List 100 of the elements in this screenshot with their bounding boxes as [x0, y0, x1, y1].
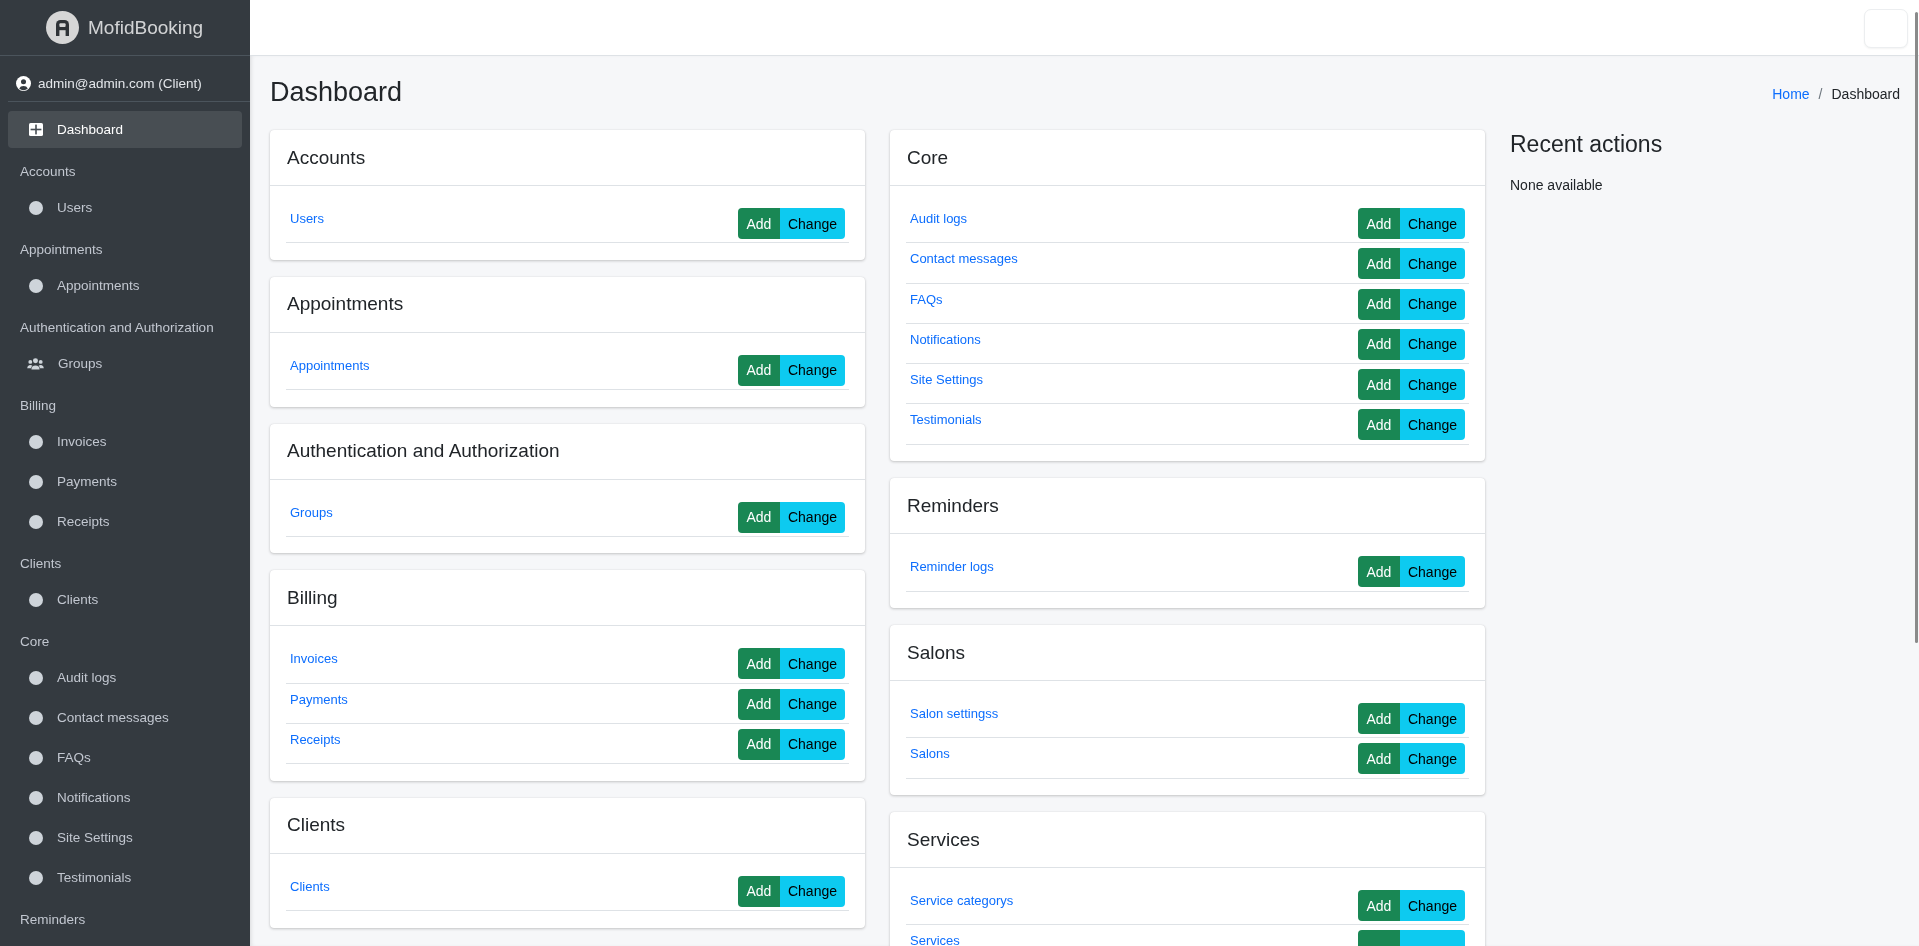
nav-link[interactable]: Invoices	[8, 423, 242, 460]
model-link[interactable]: Appointments	[290, 357, 370, 374]
people-icon	[27, 357, 44, 370]
user-circle-icon	[16, 75, 31, 91]
circle-icon	[29, 474, 43, 489]
add-button[interactable]: Add	[1357, 328, 1400, 360]
card-title: Authentication and Authorization	[287, 440, 560, 463]
scrollbar-thumb[interactable]	[1915, 12, 1918, 643]
add-button[interactable]: Add	[737, 648, 780, 680]
circle-icon	[29, 710, 43, 725]
circle-icon	[29, 750, 43, 765]
current-page-label: Dashboard	[1831, 86, 1900, 102]
model-link[interactable]: Invoices	[290, 651, 338, 668]
change-button[interactable]: Change	[1399, 328, 1465, 360]
circle-icon	[29, 830, 43, 845]
model-link[interactable]: Receipts	[290, 732, 341, 748]
change-button[interactable]: Change	[779, 208, 845, 239]
change-button[interactable]: Change	[779, 354, 845, 386]
add-button[interactable]: Add	[737, 354, 780, 386]
circle-icon	[29, 278, 43, 293]
circle-icon	[29, 434, 43, 449]
model-link[interactable]: Payments	[290, 691, 348, 708]
model-link[interactable]: FAQs	[910, 291, 943, 308]
change-button[interactable]: Change	[1399, 248, 1465, 280]
model-link[interactable]: Users	[290, 211, 324, 227]
change-button[interactable]: Change	[1399, 703, 1465, 735]
brand-name[interactable]: MofidBooking	[88, 16, 204, 39]
circle-icon	[29, 790, 43, 805]
logo-icon	[46, 11, 79, 44]
add-button[interactable]: Add	[737, 875, 780, 907]
section-title: Recent actions	[1510, 130, 1664, 158]
add-button[interactable]: Add	[1357, 890, 1400, 922]
nav-link[interactable]: Notifications	[8, 779, 242, 816]
add-button[interactable]: Add	[1357, 208, 1400, 239]
change-button[interactable]: Change	[779, 729, 845, 760]
nav-section-header: Accounts	[19, 162, 77, 181]
change-button[interactable]: Change	[1399, 556, 1465, 588]
add-button[interactable]: Add	[1357, 743, 1400, 775]
model-link[interactable]: Clients	[290, 878, 330, 895]
nav-link[interactable]: FAQs	[8, 739, 242, 776]
nav-link[interactable]: Dashboard	[8, 111, 242, 148]
change-button[interactable]: Change	[779, 875, 845, 907]
add-button[interactable]: Add	[1357, 703, 1400, 735]
model-link[interactable]: Services	[910, 933, 960, 946]
card-title: Salons	[907, 641, 966, 664]
nav-link[interactable]: Contact messages	[8, 699, 242, 736]
add-button[interactable]: Add	[737, 729, 780, 760]
change-button[interactable]: Change	[779, 688, 845, 720]
nav-section-header: Core	[19, 632, 51, 651]
model-link[interactable]: Groups	[290, 504, 333, 521]
circle-icon	[29, 870, 43, 885]
model-link[interactable]: Testimonials	[910, 412, 982, 429]
nav-link[interactable]: Site Settings	[8, 819, 242, 856]
model-link[interactable]: Notifications	[910, 331, 981, 348]
grid-icon	[29, 123, 43, 136]
nav-link[interactable]: Appointments	[8, 267, 242, 304]
card-title: Clients	[287, 814, 346, 837]
model-link[interactable]: Audit logs	[910, 211, 968, 227]
circle-icon	[29, 200, 43, 215]
model-link[interactable]: Site Settings	[910, 372, 983, 389]
page-title: Dashboard	[270, 76, 403, 109]
circle-icon	[29, 514, 43, 529]
change-button[interactable]: Change	[779, 501, 845, 533]
add-button[interactable]: Add	[1357, 248, 1400, 280]
change-button[interactable]: Change	[1399, 409, 1465, 441]
add-button[interactable]: Add	[1357, 556, 1400, 588]
nav-link[interactable]: Clients	[8, 581, 242, 618]
change-button[interactable]: Change	[1399, 369, 1465, 401]
model-link[interactable]: Reminder logs	[910, 559, 994, 576]
change-button[interactable]: Change	[779, 648, 845, 680]
add-button[interactable]: Add	[737, 208, 780, 239]
add-button[interactable]: Add	[737, 688, 780, 720]
empty-message: None available	[1510, 176, 1604, 194]
model-link[interactable]: Contact messages	[910, 251, 1018, 268]
change-button[interactable]: Change	[1399, 208, 1465, 239]
nav-link[interactable]: Audit logs	[8, 659, 242, 696]
model-link[interactable]: Salon settingss	[910, 706, 999, 723]
model-link[interactable]: Salons	[910, 746, 950, 763]
user-label[interactable]: admin@admin.com (Client)	[38, 75, 202, 91]
add-button[interactable]: Add	[1357, 288, 1400, 320]
card-title: Services	[907, 828, 980, 851]
nav-section-header: Appointments	[19, 240, 104, 259]
change-button[interactable]: Change	[1399, 890, 1465, 922]
nav-link[interactable]: Testimonials	[8, 859, 242, 896]
card-title: Core	[907, 146, 949, 169]
nav-link[interactable]: Groups	[8, 345, 242, 382]
breadcrumb-link[interactable]: Home	[1772, 86, 1810, 102]
card-title: Appointments	[287, 293, 404, 316]
nav-section-header: Reminders	[19, 910, 87, 929]
nav-link[interactable]: Payments	[8, 463, 242, 500]
model-link[interactable]: Service categorys	[910, 893, 1014, 910]
nav-link[interactable]: Users	[8, 189, 242, 226]
add-button[interactable]: Add	[737, 501, 780, 533]
change-button[interactable]: Change	[1399, 288, 1465, 320]
circle-icon	[29, 592, 43, 607]
add-button[interactable]: Add	[1357, 369, 1400, 401]
nav-section-header: Authentication and Authorization	[19, 318, 215, 337]
add-button[interactable]: Add	[1357, 409, 1400, 441]
nav-link[interactable]: Receipts	[8, 503, 242, 540]
change-button[interactable]: Change	[1399, 743, 1465, 775]
